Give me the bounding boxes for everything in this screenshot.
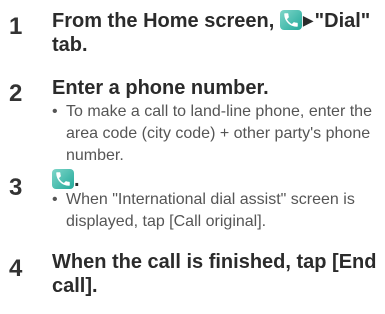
step-title-text: From the Home screen,	[52, 10, 275, 32]
step-title: When the call is finished, tap [End call…	[52, 251, 377, 297]
note-text: To make a call to land-line phone, enter…	[66, 103, 372, 164]
step-title: From the Home screen, ▶"Dial" tab.	[52, 8, 380, 57]
phone-icon	[52, 169, 74, 189]
arrow-icon: ▶	[302, 12, 314, 28]
step-note: • When "International dial assist" scree…	[52, 189, 382, 230]
step-number: 2	[9, 80, 23, 107]
note-text: When "International dial assist" screen …	[66, 191, 355, 230]
step-title: Enter a phone number.	[52, 77, 269, 99]
step-number: 1	[9, 13, 23, 40]
bullet: •	[52, 191, 58, 208]
bullet: •	[52, 103, 58, 120]
step-note: • To make a call to land-line phone, ent…	[52, 101, 382, 164]
step-title-text: .	[74, 169, 80, 191]
step-number: 4	[9, 255, 23, 282]
step-number: 3	[9, 174, 23, 201]
phone-icon	[279, 10, 302, 30]
